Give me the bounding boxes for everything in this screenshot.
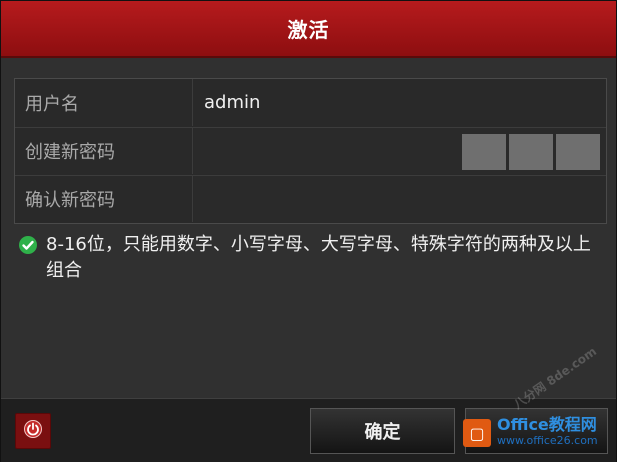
power-icon xyxy=(23,419,43,443)
activation-form: 用户名 admin 创建新密码 确认新密码 xyxy=(14,78,607,224)
power-button[interactable] xyxy=(15,413,51,449)
watermark-title: Office教程网 xyxy=(497,415,597,434)
password-strength-meter xyxy=(462,134,600,170)
username-field: admin xyxy=(204,92,261,113)
confirm-button[interactable]: 确定 xyxy=(310,408,455,454)
username-row: 用户名 admin xyxy=(15,79,606,126)
check-circle-icon xyxy=(18,235,38,284)
username-label: 用户名 xyxy=(15,79,193,126)
new-password-label: 创建新密码 xyxy=(15,128,193,174)
strength-segment xyxy=(462,134,506,170)
confirm-password-label: 确认新密码 xyxy=(15,176,193,222)
watermark: ▢ Office教程网 www.office26.com xyxy=(463,409,613,457)
new-password-row: 创建新密码 xyxy=(15,127,606,174)
office-logo-icon: ▢ xyxy=(463,419,491,447)
watermark-url: www.office26.com xyxy=(497,434,598,447)
activation-dialog: 激活 用户名 admin 创建新密码 确认新密码 8-16位，只能用数字、小写字… xyxy=(0,0,617,462)
dialog-content: 用户名 admin 创建新密码 确认新密码 8-16位，只能用数字、小写字母、大… xyxy=(1,58,616,398)
dialog-title: 激活 xyxy=(287,18,330,42)
confirm-password-row: 确认新密码 xyxy=(15,175,606,222)
password-hint-text: 8-16位，只能用数字、小写字母、大写字母、特殊字符的两种及以上组合 xyxy=(46,234,591,281)
dialog-title-bar: 激活 xyxy=(1,1,616,58)
strength-segment xyxy=(556,134,600,170)
confirm-password-input[interactable] xyxy=(194,176,606,222)
password-hint: 8-16位，只能用数字、小写字母、大写字母、特殊字符的两种及以上组合 xyxy=(18,232,598,284)
new-password-input[interactable] xyxy=(194,128,606,174)
strength-segment xyxy=(509,134,553,170)
